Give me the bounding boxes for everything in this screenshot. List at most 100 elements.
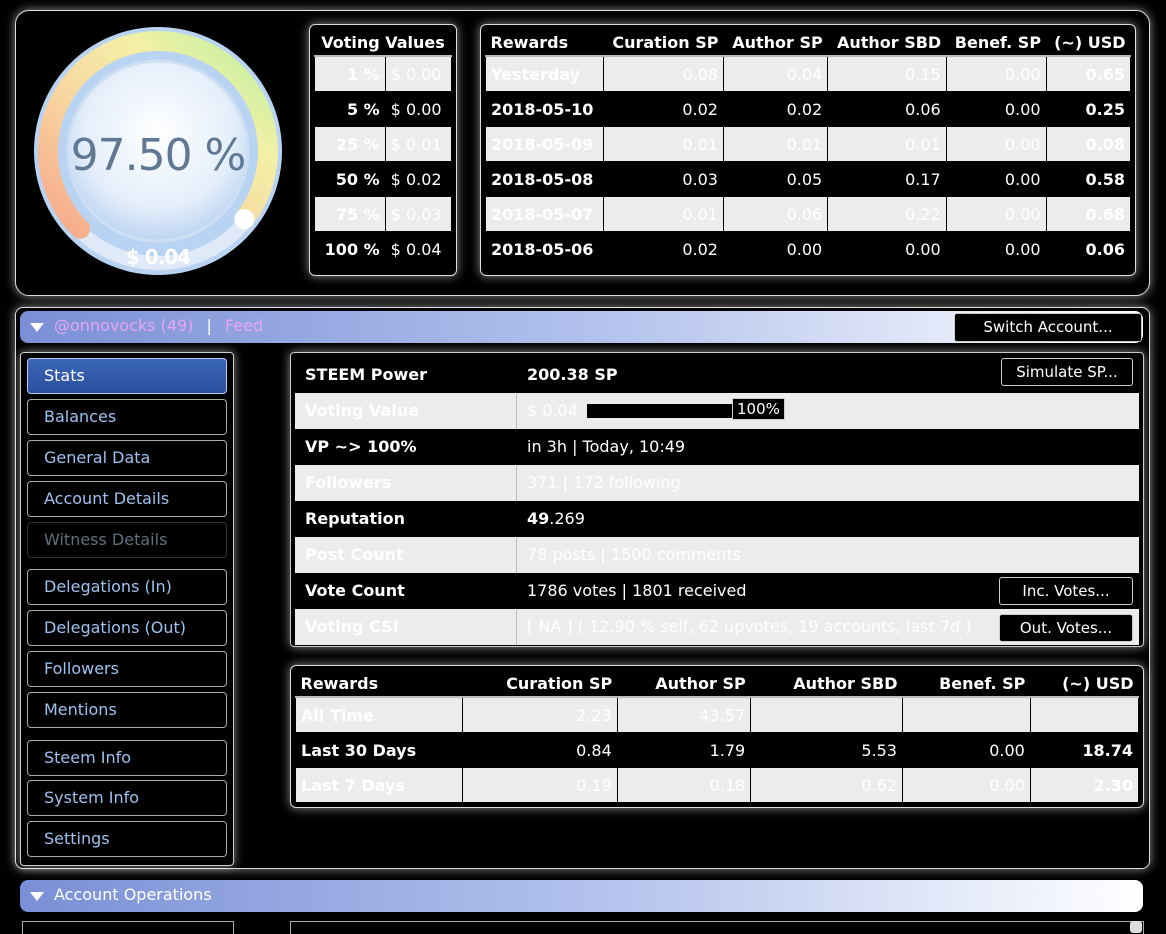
vote-percent: 50 %	[314, 161, 386, 197]
voting-csi-value: [ NA ] ( 12.90 % self, 62 upvotes, 19 ac…	[527, 617, 972, 636]
column-header: (~) USD	[1046, 29, 1131, 57]
table-cell: 0.65	[1045, 55, 1132, 92]
gauge-value: $ 0.04	[125, 245, 191, 269]
voting-values-row: 75 % $ 0.03	[314, 196, 453, 232]
sidebar-item-settings[interactable]: Settings	[27, 821, 227, 857]
sidebar-item-delegations-out[interactable]: Delegations (Out)	[27, 610, 227, 646]
operations-content-edge	[290, 921, 1144, 934]
inc-votes-button[interactable]: Inc. Votes...	[999, 577, 1133, 605]
out-votes-button[interactable]: Out. Votes...	[999, 614, 1133, 642]
sidebar-item-account-details[interactable]: Account Details	[27, 481, 227, 517]
sidebar-item-mentions[interactable]: Mentions	[27, 692, 227, 728]
table-row: 2018-05-06 0.02 0.00 0.00 0.00 0.06	[485, 231, 1132, 267]
table-cell: 0.00	[945, 126, 1047, 162]
sidebar-item-steem-info[interactable]: Steem Info	[27, 740, 227, 776]
column-header: Rewards	[295, 670, 463, 698]
table-cell: 0.58	[1045, 161, 1132, 197]
column-header: Curation SP	[603, 29, 724, 57]
gauge-percent: 97.50 %	[70, 130, 247, 181]
row-vp: VP ~> 100% in 3h | Today, 10:49	[295, 429, 1139, 465]
table-cell: 0.01	[827, 126, 947, 162]
vote-percent: 75 %	[314, 196, 386, 232]
table-row: Last 30 Days 0.84 1.79 5.53 0.00 18.74	[294, 732, 1140, 768]
feed-link[interactable]: Feed	[225, 316, 263, 335]
table-cell: Last 30 Days	[294, 732, 464, 768]
table-cell: Yesterday	[485, 55, 604, 92]
voting-values-header: Voting Values	[314, 29, 452, 57]
table-cell: 0.06	[1045, 231, 1132, 267]
vote-percent: 100 %	[314, 231, 386, 267]
table-cell: 0.06	[827, 91, 947, 127]
table-cell: 0.22	[827, 196, 947, 232]
table-cell: 0.02	[602, 91, 724, 127]
table-cell: 0.25	[1045, 91, 1132, 127]
table-cell: 2018-05-07	[485, 196, 604, 232]
followers-label: Followers	[305, 473, 392, 492]
table-row: 2018-05-08 0.03 0.05 0.17 0.00 0.58	[485, 161, 1132, 197]
table-cell	[901, 696, 1031, 733]
steem-power-value: 200.38 SP	[527, 365, 618, 384]
followers-value: 371 | 172 following	[527, 473, 681, 492]
collapse-triangle-icon[interactable]	[30, 892, 44, 901]
table-cell: Last 7 Days	[294, 767, 464, 803]
voting-values-row: 1 % $ 0.00	[314, 55, 453, 92]
sidebar-item-followers[interactable]: Followers	[27, 651, 227, 687]
column-header: Benef. SP	[902, 670, 1031, 698]
table-cell: 0.00	[945, 196, 1047, 232]
daily-rewards-table: Rewards Curation SP Author SP Author SBD Ben…	[480, 24, 1136, 276]
voting-values-row: 5 % $ 0.00	[314, 91, 453, 127]
row-reputation: Reputation 49.269	[295, 501, 1139, 537]
reputation-label: Reputation	[305, 509, 405, 528]
table-cell: 2018-05-08	[485, 161, 604, 197]
account-name[interactable]: @onnovocks (49)	[54, 316, 193, 335]
table-cell: 0.68	[1045, 196, 1132, 232]
table-cell: 0.08	[1045, 126, 1132, 162]
voting-value: $ 0.04	[527, 401, 578, 420]
column-header: (~) USD	[1030, 670, 1139, 698]
sidebar-item-delegations-in[interactable]: Delegations (In)	[27, 569, 227, 605]
column-header: Author SP	[723, 29, 828, 57]
table-cell: 0.05	[722, 161, 829, 197]
table-cell: 2018-05-09	[485, 126, 604, 162]
row-post-count: Post Count 78 posts | 1500 comments	[295, 537, 1139, 573]
sidebar-item-stats[interactable]: Stats	[27, 358, 227, 394]
steem-power-label: STEEM Power	[305, 365, 428, 384]
voting-value-bar-label: 100%	[732, 398, 785, 420]
table-cell: 2.30	[1029, 767, 1140, 803]
collapse-triangle-icon[interactable]	[30, 323, 44, 332]
sidebar-item-system-info[interactable]: System Info	[27, 780, 227, 816]
table-cell: 0.00	[945, 161, 1047, 197]
table-cell: 18.74	[1029, 732, 1140, 768]
vote-usd: $ 0.04	[384, 231, 453, 267]
vote-usd: $ 0.00	[384, 91, 453, 127]
voting-value-label: Voting Value	[305, 401, 420, 420]
table-cell: 2018-05-10	[485, 91, 604, 127]
sidebar-item-general-data[interactable]: General Data	[27, 440, 227, 476]
voting-values-row: 25 % $ 0.01	[314, 126, 453, 162]
scrollbar-thumb[interactable]	[1130, 921, 1142, 933]
sidebar: Stats Balances General Data Account Details…	[20, 352, 234, 866]
sidebar-item-balances[interactable]: Balances	[27, 399, 227, 435]
vote-count-value: 1786 votes | 1801 received	[527, 581, 747, 600]
table-cell: 2.23	[462, 696, 618, 733]
vp-label: VP ~> 100%	[305, 437, 417, 456]
table-cell: 0.01	[722, 126, 829, 162]
reputation-int: 49	[527, 509, 550, 528]
table-cell: 0.17	[827, 161, 947, 197]
table-cell: All Time	[294, 696, 464, 733]
simulate-sp-button[interactable]: Simulate SP...	[1001, 358, 1133, 386]
table-cell: 0.19	[462, 767, 618, 803]
voting-csi-label: Voting CSI	[305, 617, 399, 636]
table-cell: 0.06	[722, 196, 829, 232]
table-cell: 0.00	[827, 231, 947, 267]
table-cell: 0.00	[722, 231, 829, 267]
table-cell: 0.18	[616, 767, 752, 803]
table-cell: 0.01	[602, 196, 724, 232]
vote-usd: $ 0.00	[384, 55, 453, 92]
switch-account-button[interactable]: Switch Account...	[954, 313, 1142, 342]
column-header: Benef. SP	[946, 29, 1047, 57]
sidebar-item-witness-details[interactable]: Witness Details	[27, 522, 227, 558]
table-row: All Time 2.23 43.57	[294, 696, 1140, 733]
account-operations-bar[interactable]: Account Operations	[20, 880, 1143, 912]
table-row: 2018-05-10 0.02 0.02 0.06 0.00 0.25	[485, 91, 1132, 127]
